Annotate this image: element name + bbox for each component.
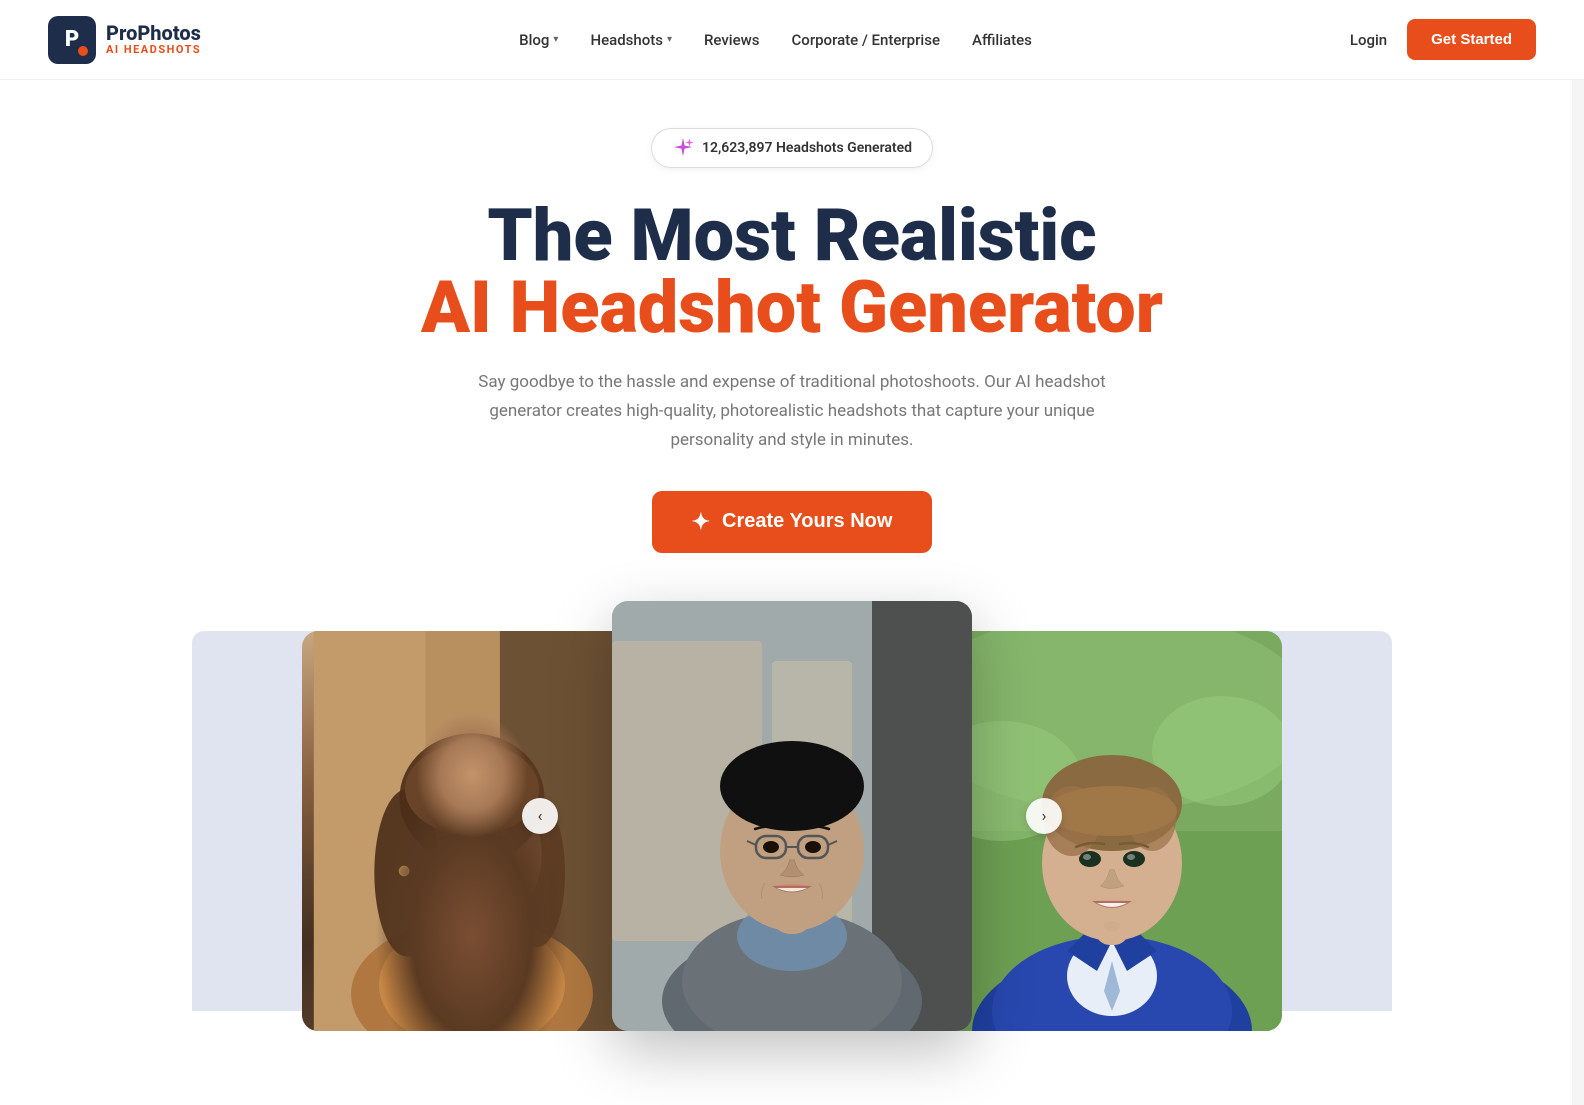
- nav-item-reviews[interactable]: Reviews: [704, 31, 760, 49]
- logo-dot: [78, 46, 88, 56]
- wand-icon: ✦: [692, 509, 710, 535]
- gallery-photo-woman: [302, 631, 642, 1031]
- gallery-prev-button[interactable]: ‹: [522, 798, 558, 834]
- nav-item-affiliates[interactable]: Affiliates: [972, 31, 1032, 49]
- cta-label: Create Yours Now: [722, 510, 892, 533]
- sparkle-icon: [672, 137, 694, 159]
- nav-item-headshots[interactable]: Headshots ▾: [590, 31, 672, 49]
- nav-item-corporate[interactable]: Corporate / Enterprise: [792, 31, 940, 49]
- headline-line2: AI Headshot Generator: [421, 272, 1163, 344]
- login-link[interactable]: Login: [1350, 31, 1387, 49]
- gallery-next-button[interactable]: ›: [1026, 798, 1062, 834]
- headline-line1: The Most Realistic: [487, 200, 1096, 272]
- gallery-photo-man-blond: [942, 631, 1282, 1031]
- navbar: ProPhotos AI HEADSHOTS Blog ▾ Headshots …: [0, 0, 1584, 80]
- create-yours-button[interactable]: ✦ Create Yours Now: [652, 491, 933, 553]
- headshots-badge: 12,623,897 Headshots Generated: [651, 128, 933, 168]
- logo-tagline: AI HEADSHOTS: [106, 44, 201, 56]
- nav-item-blog[interactable]: Blog ▾: [519, 31, 558, 49]
- scrollbar[interactable]: [1572, 0, 1584, 1105]
- logo-icon: [48, 16, 96, 64]
- logo-brand-name: ProPhotos: [106, 22, 201, 44]
- nav-links: Blog ▾ Headshots ▾ Reviews Corporate / E…: [519, 31, 1032, 49]
- nav-right: Login Get Started: [1350, 19, 1536, 60]
- hero-subtitle: Say goodbye to the hassle and expense of…: [472, 368, 1112, 455]
- headshots-chevron-icon: ▾: [667, 34, 672, 45]
- get-started-button[interactable]: Get Started: [1407, 19, 1536, 60]
- blog-chevron-icon: ▾: [553, 34, 558, 45]
- logo-text: ProPhotos AI HEADSHOTS: [106, 22, 201, 56]
- photo-gallery: ‹: [192, 601, 1392, 1031]
- badge-text: 12,623,897 Headshots Generated: [702, 140, 912, 156]
- logo[interactable]: ProPhotos AI HEADSHOTS: [48, 16, 201, 64]
- gallery-photo-man-asian: [612, 601, 972, 1031]
- hero-section: 12,623,897 Headshots Generated The Most …: [0, 80, 1584, 1031]
